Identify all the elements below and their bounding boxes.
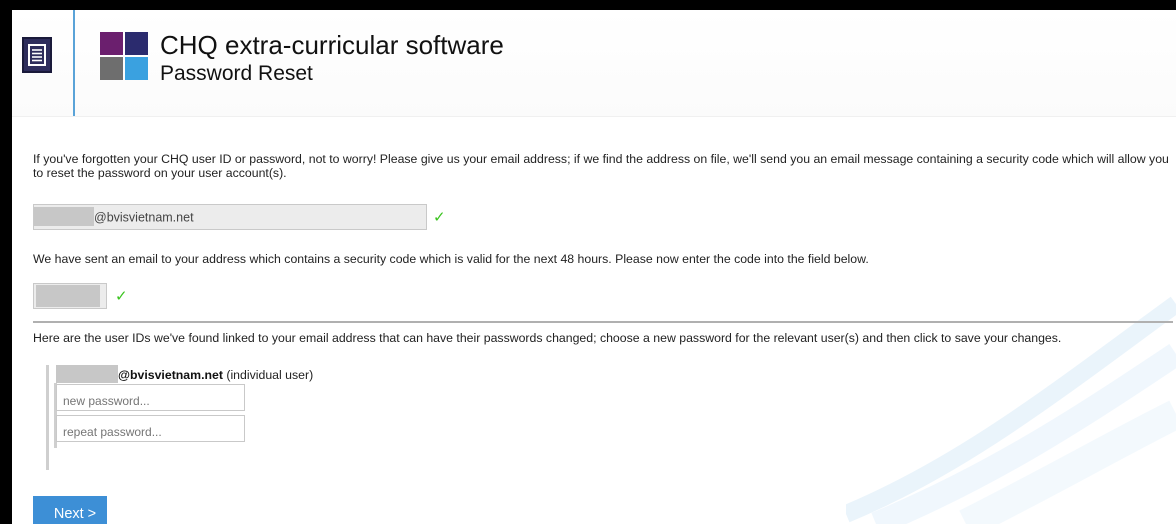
user-id: @bvisvietnam.net: [118, 368, 223, 382]
checkmark-icon: ✓: [433, 209, 446, 226]
background-swoosh: [846, 296, 1176, 524]
header-divider: [73, 10, 75, 116]
user-entry-bar: [46, 365, 49, 470]
new-password-input[interactable]: [56, 384, 245, 411]
page-frame: CHQ extra-curricular software Password R…: [12, 10, 1176, 524]
page-subtitle: Password Reset: [160, 62, 313, 85]
intro-text: If you've forgotten your CHQ user ID or …: [33, 152, 1169, 180]
menu-list-icon[interactable]: [22, 37, 52, 73]
redacted-email-prefix: [34, 207, 94, 226]
email-field-value: @bvisvietnam.net: [94, 210, 194, 225]
chq-logo: [100, 32, 150, 82]
section-divider: [33, 321, 1173, 323]
next-button[interactable]: Next >: [33, 496, 107, 524]
repeat-password-input[interactable]: [56, 415, 245, 442]
security-code-field[interactable]: [33, 283, 107, 309]
checkmark-icon: ✓: [115, 288, 128, 305]
app-title: CHQ extra-curricular software: [160, 30, 504, 60]
page-header: CHQ extra-curricular software Password R…: [12, 10, 1176, 117]
code-sent-text: We have sent an email to your address wh…: [33, 252, 869, 266]
email-field[interactable]: @bvisvietnam.net: [33, 204, 427, 230]
user-type: (individual user): [226, 368, 314, 382]
user-id-line: @bvisvietnam.net (individual user): [56, 364, 314, 383]
redacted-user-prefix: [56, 364, 118, 383]
redacted-code: [36, 285, 100, 307]
users-intro-text: Here are the user IDs we've found linked…: [33, 331, 1062, 345]
